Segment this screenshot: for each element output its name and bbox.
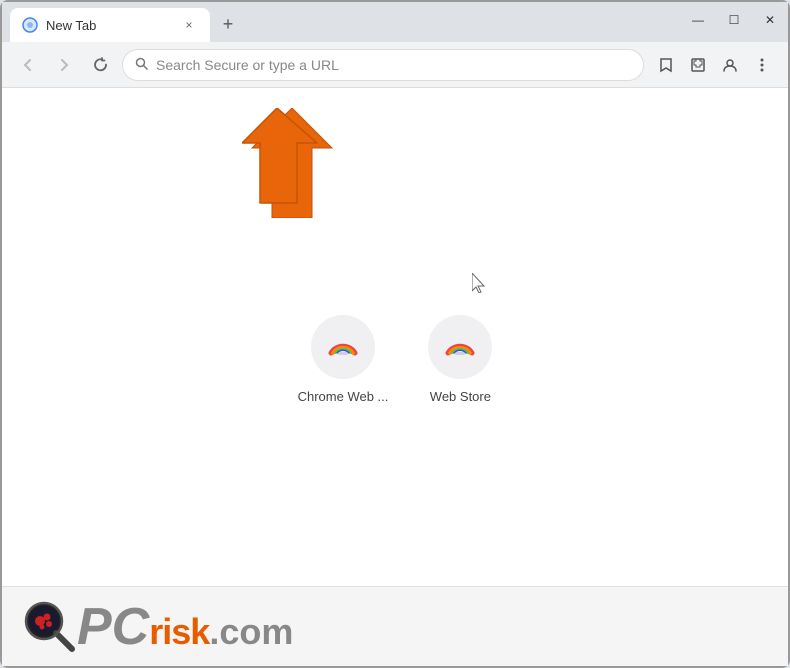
toolbar: Search Secure or type a URL [2, 42, 788, 88]
pcrisk-logo-icon [22, 599, 77, 654]
title-bar: New Tab × + — ☐ ✕ [2, 2, 788, 42]
close-button[interactable]: ✕ [760, 10, 780, 30]
shortcut-icon-web-store [428, 315, 492, 379]
address-bar[interactable]: Search Secure or type a URL [122, 49, 644, 81]
bookmark-button[interactable] [652, 51, 680, 79]
main-content: Chrome Web ... Web Store [2, 88, 788, 590]
risk-text: risk [149, 611, 209, 653]
active-tab[interactable]: New Tab × [10, 8, 210, 42]
new-tab-button[interactable]: + [214, 10, 242, 38]
puzzle-icon [690, 57, 706, 73]
back-icon [21, 58, 35, 72]
pcrisk-text: PC risk .com [77, 601, 293, 653]
menu-dots-icon [760, 57, 764, 73]
dot-com: .com [209, 611, 293, 653]
address-placeholder: Search Secure or type a URL [156, 57, 631, 73]
forward-button[interactable] [50, 51, 78, 79]
profile-icon [722, 57, 738, 73]
shortcut-icon-chrome-web [311, 315, 375, 379]
window-controls: — ☐ ✕ [688, 10, 780, 30]
pc-letters: PC [77, 601, 149, 653]
minimize-button[interactable]: — [688, 10, 708, 30]
watermark-bar: PC risk .com [2, 586, 788, 666]
shortcut-chrome-web[interactable]: Chrome Web ... [298, 315, 389, 404]
toolbar-actions [652, 51, 776, 79]
search-icon [135, 57, 148, 73]
back-button[interactable] [14, 51, 42, 79]
refresh-icon [93, 57, 108, 72]
mouse-cursor [472, 273, 484, 291]
shortcut-label-web-store: Web Store [430, 389, 491, 404]
arrow-annotation [242, 108, 342, 223]
refresh-button[interactable] [86, 51, 114, 79]
tab-close-button[interactable]: × [180, 16, 198, 34]
menu-button[interactable] [748, 51, 776, 79]
bookmark-icon [658, 57, 674, 73]
extensions-button[interactable] [684, 51, 712, 79]
profile-button[interactable] [716, 51, 744, 79]
tab-title: New Tab [46, 18, 172, 33]
shortcut-label-chrome-web: Chrome Web ... [298, 389, 389, 404]
shortcuts-section: Chrome Web ... Web Store [298, 315, 493, 404]
maximize-button[interactable]: ☐ [724, 10, 744, 30]
forward-icon [57, 58, 71, 72]
shortcut-web-store[interactable]: Web Store [428, 315, 492, 404]
tab-favicon [22, 17, 38, 33]
